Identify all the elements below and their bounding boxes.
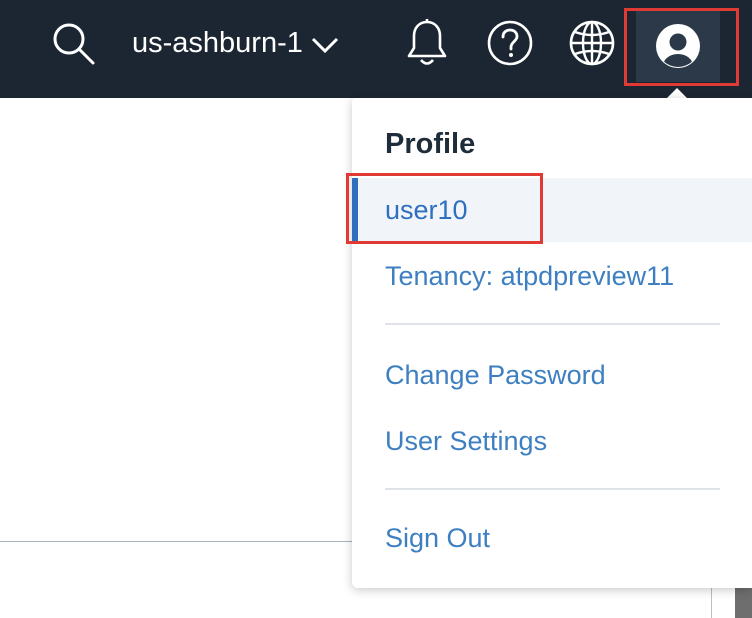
- page-divider: [0, 541, 372, 542]
- globe-icon: [569, 20, 615, 66]
- language-button[interactable]: [566, 0, 618, 86]
- menu-item-tenancy[interactable]: Tenancy: atpdpreview11: [352, 244, 752, 308]
- menu-separator: [385, 488, 720, 490]
- menu-item-label: user10: [385, 194, 468, 225]
- menu-item-label: Sign Out: [385, 522, 491, 553]
- menu-item-username[interactable]: user10: [352, 178, 752, 242]
- menu-item-label: Tenancy: atpdpreview11: [385, 260, 675, 291]
- menu-item-label: User Settings: [385, 425, 548, 456]
- profile-button[interactable]: [636, 9, 720, 82]
- notifications-button[interactable]: [402, 0, 452, 86]
- menu-separator: [385, 323, 720, 325]
- help-icon: [487, 20, 533, 66]
- region-label: us-ashburn-1: [132, 26, 303, 59]
- chevron-down-icon: [311, 37, 338, 54]
- user-avatar-icon: [656, 23, 700, 68]
- help-button[interactable]: [484, 0, 536, 86]
- profile-menu-title: Profile: [385, 128, 476, 160]
- active-indicator: [352, 178, 358, 242]
- menu-item-label: Change Password: [385, 359, 606, 390]
- bell-icon: [407, 19, 447, 65]
- search-icon: [53, 23, 95, 65]
- menu-item-change-password[interactable]: Change Password: [352, 343, 752, 407]
- menu-item-user-settings[interactable]: User Settings: [352, 409, 752, 473]
- profile-dropdown-menu: Profile user10 Tenancy: atpdpreview11 Ch…: [352, 98, 752, 588]
- region-selector[interactable]: us-ashburn-1: [132, 0, 339, 86]
- top-navigation-bar: us-ashburn-1: [0, 0, 752, 98]
- menu-item-sign-out[interactable]: Sign Out: [352, 506, 752, 570]
- search-button[interactable]: [46, 0, 100, 86]
